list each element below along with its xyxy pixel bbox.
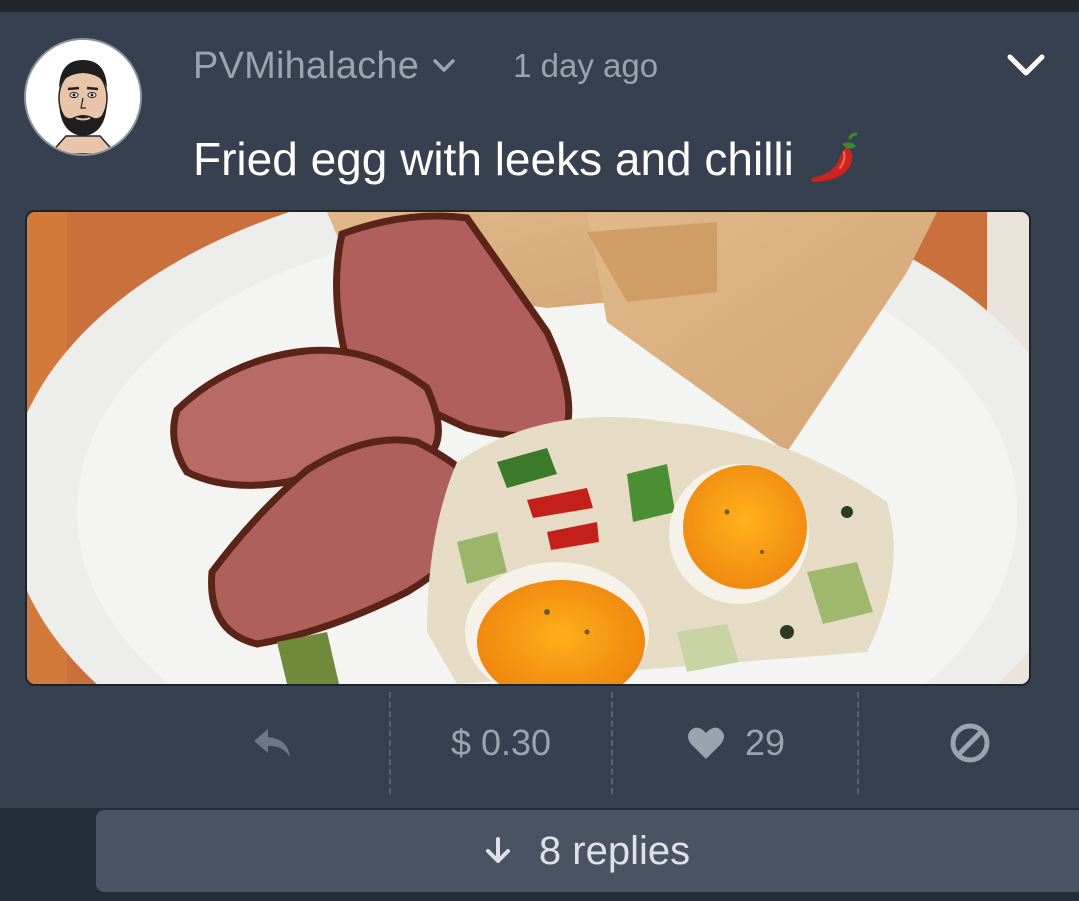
like-button[interactable]: 29 [614, 688, 858, 798]
replies-button[interactable]: 8 replies [96, 810, 1079, 892]
heart-icon[interactable] [687, 726, 725, 760]
action-divider [389, 692, 391, 794]
payout-value: $ 0.30 [450, 722, 552, 763]
author-name[interactable]: PVMihalache [193, 45, 419, 88]
post-title: Fried egg with leeks and chilli [193, 133, 794, 185]
reply-icon[interactable] [222, 688, 322, 798]
action-divider [611, 692, 613, 794]
action-divider [857, 692, 859, 794]
post-image[interactable] [25, 210, 1031, 686]
replies-label: 8 replies [538, 828, 691, 873]
chili-pepper-icon [806, 132, 862, 186]
top-strip [0, 0, 1079, 12]
avatar[interactable] [24, 38, 142, 156]
chevron-down-icon[interactable] [433, 55, 455, 77]
payout-button[interactable]: $ 0.30 [392, 688, 610, 798]
like-count: 29 [744, 722, 786, 763]
arrow-down-icon [485, 837, 511, 865]
post-timestamp[interactable]: 1 day ago [513, 47, 658, 85]
collapse-icon[interactable] [1004, 46, 1048, 86]
action-bar: $ 0.30 29 [0, 688, 1079, 798]
post-title-row: Fried egg with leeks and chilli [193, 132, 862, 186]
block-icon[interactable] [920, 688, 1020, 798]
